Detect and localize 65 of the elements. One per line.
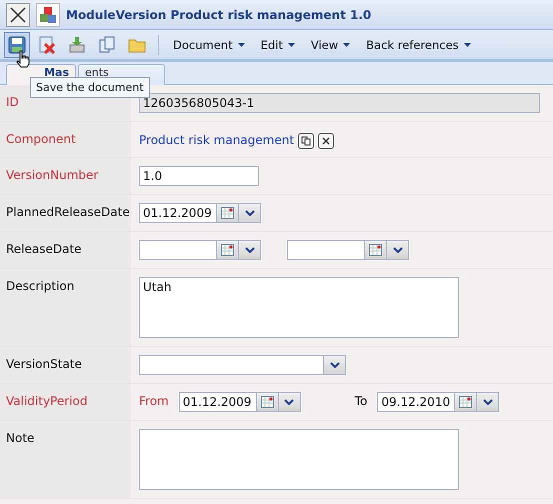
close-icon (9, 6, 27, 24)
chevron-down-icon (330, 362, 340, 368)
text-field[interactable]: 1.0 (139, 166, 259, 186)
hand-cursor-icon (16, 50, 30, 68)
date-field[interactable] (139, 240, 217, 260)
field-label: Component (0, 122, 131, 157)
calendar-button[interactable] (256, 392, 279, 412)
field-label: PlannedReleaseDate (0, 195, 131, 231)
id-field: 1260356805043-1 (139, 93, 540, 113)
dropdown-button[interactable] (324, 355, 346, 375)
chevron-down-icon (392, 247, 402, 253)
dropdown-button[interactable] (387, 240, 409, 260)
calendar-button[interactable] (455, 392, 478, 412)
close-button[interactable] (6, 2, 30, 26)
calendar-icon (369, 244, 382, 256)
menu-button[interactable]: View (304, 36, 356, 54)
field-label: ValidityPeriod (0, 384, 131, 420)
field-label: ReleaseDate (0, 232, 131, 268)
copy-icon[interactable] (98, 36, 116, 54)
field-label: VersionState (0, 347, 131, 383)
chevron-down-icon (244, 210, 254, 216)
caret-icon (464, 42, 471, 46)
cubes-icon (39, 6, 57, 24)
field-label: VersionNumber (0, 158, 131, 194)
dropdown-button[interactable] (239, 240, 261, 260)
dropdown-button[interactable] (477, 392, 500, 412)
calendar-icon (459, 396, 472, 408)
delete-document-icon[interactable] (38, 36, 56, 54)
calendar-icon (221, 207, 234, 219)
menu-button[interactable]: Document (167, 36, 251, 54)
range-label: To (354, 393, 368, 408)
calendar-button[interactable] (217, 240, 239, 260)
dropdown-button[interactable] (278, 392, 301, 412)
copy-button[interactable] (298, 133, 314, 149)
caret-icon (288, 42, 295, 46)
chevron-down-icon (482, 399, 493, 405)
date-field[interactable]: 01.12.2009 (139, 203, 217, 223)
save-icon[interactable] (8, 36, 26, 54)
menu-button[interactable]: Edit (254, 36, 301, 54)
close-icon (322, 137, 330, 145)
date-field[interactable]: 01.12.2009 (178, 392, 257, 412)
range-label: From (139, 393, 169, 408)
chevron-down-icon (244, 247, 254, 253)
dropdown-button[interactable] (239, 203, 261, 223)
date-field[interactable] (287, 240, 365, 260)
calendar-button[interactable] (217, 203, 239, 223)
date-field[interactable]: 09.12.2010 (377, 392, 456, 412)
component-link[interactable]: Product risk management (139, 130, 294, 147)
tooltip: Save the document (30, 77, 150, 98)
copy-icon (301, 136, 312, 146)
calendar-button[interactable] (365, 240, 387, 260)
menu-button[interactable]: Back references (360, 36, 477, 54)
calendar-icon (221, 244, 234, 256)
caret-icon (238, 42, 245, 46)
field-label: Note (0, 421, 131, 498)
select-field[interactable] (139, 355, 324, 375)
window-title: ModuleVersion Product risk management 1.0 (66, 8, 372, 22)
chevron-down-icon (284, 399, 294, 405)
caret-icon (343, 42, 350, 46)
calendar-icon (260, 396, 274, 408)
text-area[interactable] (139, 429, 459, 490)
import-icon[interactable] (68, 36, 86, 54)
field-label: Description (0, 269, 131, 346)
clear-button[interactable] (318, 133, 334, 149)
text-area[interactable]: Utah (139, 277, 459, 338)
